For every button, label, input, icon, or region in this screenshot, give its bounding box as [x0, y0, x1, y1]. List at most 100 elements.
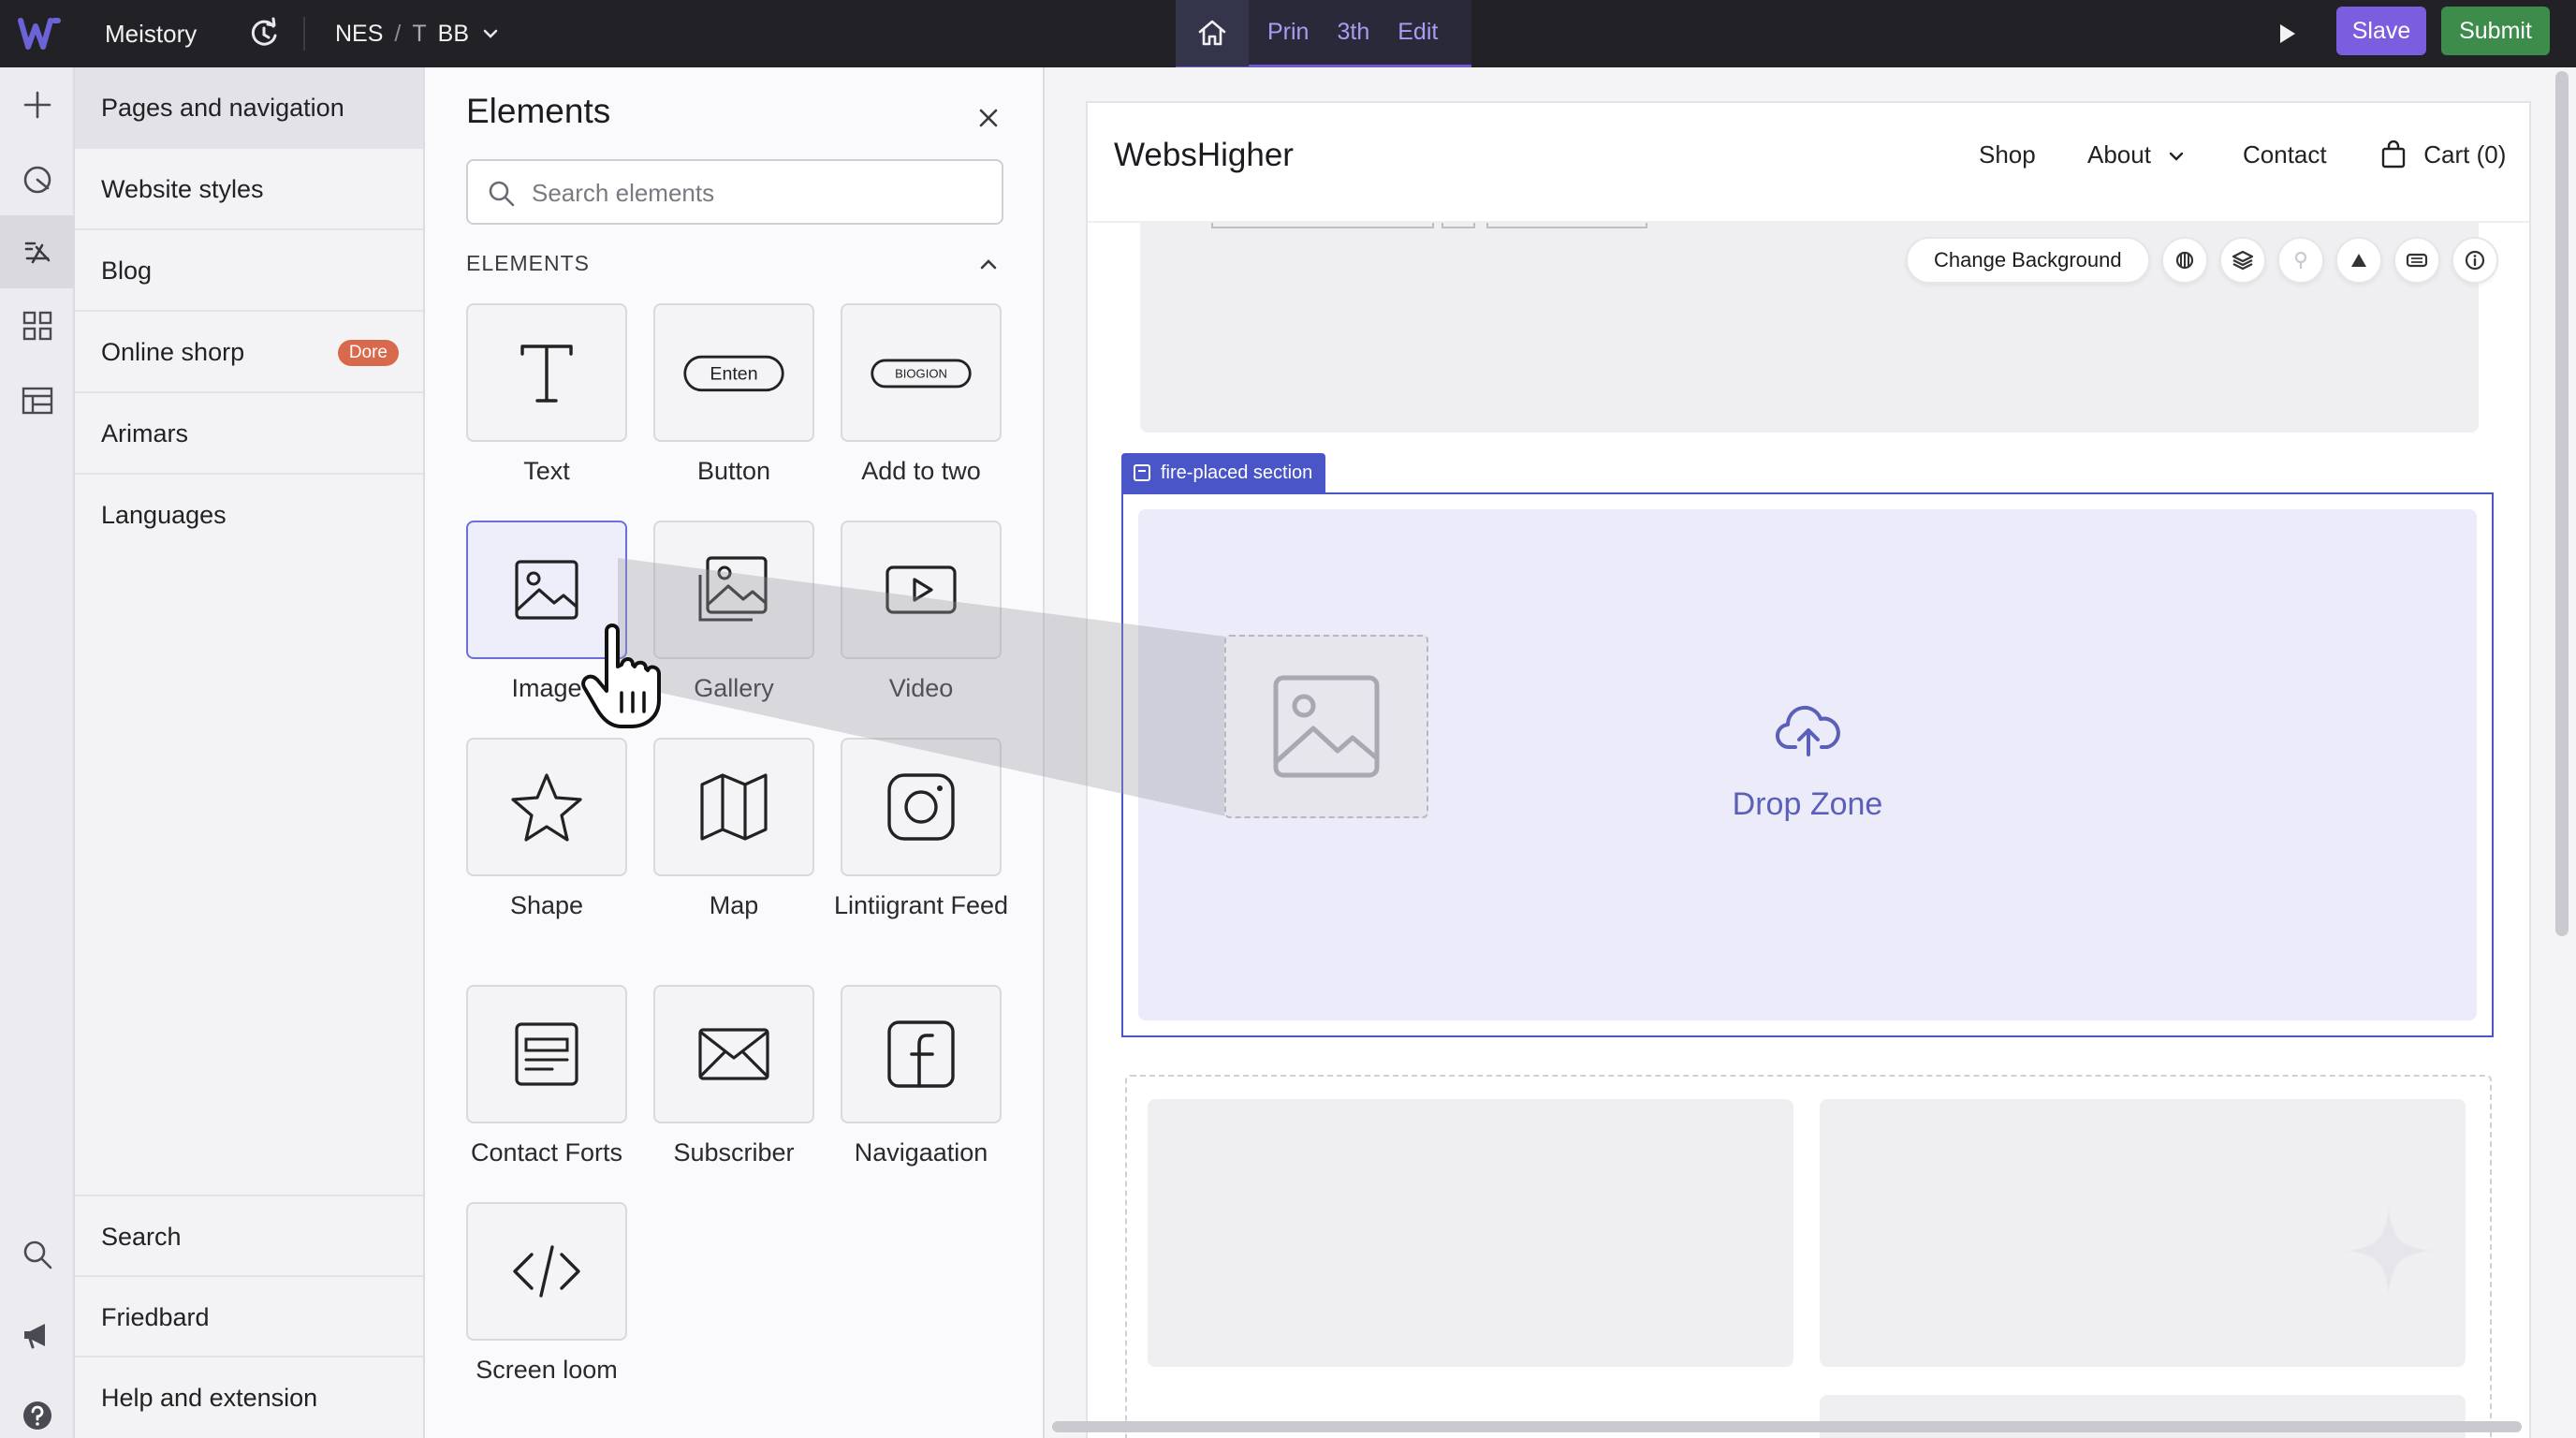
element-tile-navigation[interactable]: [841, 985, 1002, 1123]
nav-item-online-shop[interactable]: Online shorp Dore: [75, 312, 423, 393]
help-rail-button[interactable]: [17, 1395, 58, 1436]
search-input[interactable]: [532, 170, 981, 215]
keyboard-icon: [2406, 253, 2427, 268]
search-icon: [489, 181, 515, 207]
nav-link-label: Shop: [1979, 140, 2036, 169]
tab-3th[interactable]: 3th: [1327, 19, 1379, 46]
grid-icon: [22, 311, 52, 341]
nav-item-feedback[interactable]: Friedbard: [75, 1277, 423, 1357]
element-tile-instagram-feed[interactable]: [841, 738, 1002, 876]
breadcrumb-part: T: [412, 21, 427, 47]
vertical-scrollbar[interactable]: [2555, 71, 2569, 936]
element-tile-button[interactable]: Enten: [653, 303, 814, 442]
nav-shop[interactable]: Shop: [1979, 140, 2036, 169]
section-icon: [1134, 464, 1150, 481]
map-icon: [700, 773, 768, 841]
pages-panel: Pages and navigation Website styles Blog…: [75, 67, 425, 1438]
info-button[interactable]: [2451, 237, 2498, 284]
close-icon[interactable]: [972, 101, 1005, 135]
add-button[interactable]: [17, 84, 58, 125]
chevron-up-icon[interactable]: [975, 251, 1002, 277]
change-background-button[interactable]: Change Background: [1906, 237, 2150, 284]
section-heading: ELEMENTS: [466, 251, 590, 275]
plus-icon: [23, 91, 51, 119]
envelope-icon: [698, 1028, 769, 1080]
pin-button[interactable]: [2276, 237, 2324, 284]
pages-button[interactable]: [0, 215, 75, 288]
nav-contact[interactable]: Contact: [2243, 140, 2327, 169]
nav-item-label: Friedbard: [101, 1303, 210, 1331]
cms-button[interactable]: [17, 380, 58, 421]
element-tile-contact-form[interactable]: [466, 985, 627, 1123]
form-icon: [515, 1022, 578, 1086]
nav-link-label: Contact: [2243, 140, 2327, 169]
help-icon: [23, 1401, 51, 1430]
element-tile-add-to-cart[interactable]: BIOGION: [841, 303, 1002, 442]
nav-item-label: Online shorp: [101, 338, 245, 366]
left-rail: [0, 67, 75, 1438]
nav-item-label: Blog: [101, 257, 153, 285]
element-tile-gallery[interactable]: [653, 521, 814, 659]
horizontal-scrollbar[interactable]: [1052, 1421, 2522, 1432]
animation-button[interactable]: [2160, 237, 2208, 284]
design-button[interactable]: [2334, 237, 2382, 284]
nav-item-website-styles[interactable]: Website styles: [75, 149, 423, 230]
element-tile-subscriber[interactable]: [653, 985, 814, 1123]
breadcrumb[interactable]: NES / T BB: [335, 0, 501, 67]
cart-link[interactable]: Cart (0): [2379, 139, 2507, 169]
animation-icon: [2175, 251, 2193, 270]
nav-about[interactable]: About: [2087, 140, 2186, 169]
wix-logo[interactable]: [17, 13, 62, 54]
placeholder-card[interactable]: [1148, 1099, 1793, 1367]
nav-item-search[interactable]: Search: [75, 1196, 423, 1277]
element-tile-text[interactable]: [466, 303, 627, 442]
tab-prin[interactable]: Prin: [1249, 19, 1327, 46]
settings-button[interactable]: [2393, 237, 2440, 284]
button-icon: Enten: [683, 355, 784, 392]
element-tile-embed-code[interactable]: [466, 1202, 627, 1341]
nav-item-label: Pages and navigation: [101, 94, 344, 122]
chevron-down-icon: [483, 29, 498, 38]
site-name[interactable]: Meistory: [105, 0, 197, 67]
section-toolbar: Change Background: [1906, 236, 2498, 285]
element-label: Map: [709, 891, 759, 919]
cart-label: Cart (0): [2423, 140, 2507, 169]
element-tile-map[interactable]: [653, 738, 814, 876]
element-label: Video: [888, 674, 954, 702]
section-tag[interactable]: fire-placed section: [1121, 453, 1326, 492]
tab-edit[interactable]: Edit: [1379, 19, 1456, 46]
star-icon: [511, 773, 582, 842]
panel-title: Elements: [466, 92, 611, 130]
preview-play-icon[interactable]: [2267, 15, 2305, 52]
design-button[interactable]: [17, 159, 58, 200]
code-icon: [513, 1245, 580, 1298]
history-icon[interactable]: [245, 15, 283, 52]
nav-item-help[interactable]: Help and extension: [75, 1357, 423, 1438]
nav-link-label: About: [2087, 140, 2151, 169]
element-tile-video[interactable]: [841, 521, 1002, 659]
apps-button[interactable]: [17, 305, 58, 346]
element-tile-shape[interactable]: [466, 738, 627, 876]
mode-switcher: Prin 3th Edit: [1176, 0, 1471, 67]
search-rail-button[interactable]: [17, 1234, 58, 1275]
feedback-rail-button[interactable]: [17, 1314, 58, 1356]
element-label: Add to two: [861, 457, 981, 485]
element-label: Text: [523, 457, 570, 485]
nav-item-label: Arimars: [101, 419, 188, 448]
submit-button[interactable]: Submit: [2441, 7, 2550, 55]
search-icon: [23, 1240, 52, 1269]
nav-item-arimars[interactable]: Arimars: [75, 393, 423, 475]
hero-placeholder-line: [1211, 223, 1434, 228]
home-button[interactable]: [1176, 0, 1249, 66]
layers-button[interactable]: [2218, 237, 2266, 284]
topbar-divider: [303, 17, 305, 51]
site-logo-text[interactable]: WebsHigher: [1114, 137, 1294, 174]
hero-placeholder-line: [1442, 223, 1475, 228]
breadcrumb-separator: /: [394, 21, 402, 47]
nav-item-blog[interactable]: Blog: [75, 230, 423, 312]
nav-item-pages-and-navigation[interactable]: Pages and navigation: [75, 67, 423, 149]
cloud-upload-icon: [1776, 705, 1840, 756]
shopping-bag-icon: [2381, 139, 2406, 169]
nav-item-languages[interactable]: Languages: [75, 475, 423, 556]
save-button[interactable]: Slave: [2336, 7, 2426, 55]
